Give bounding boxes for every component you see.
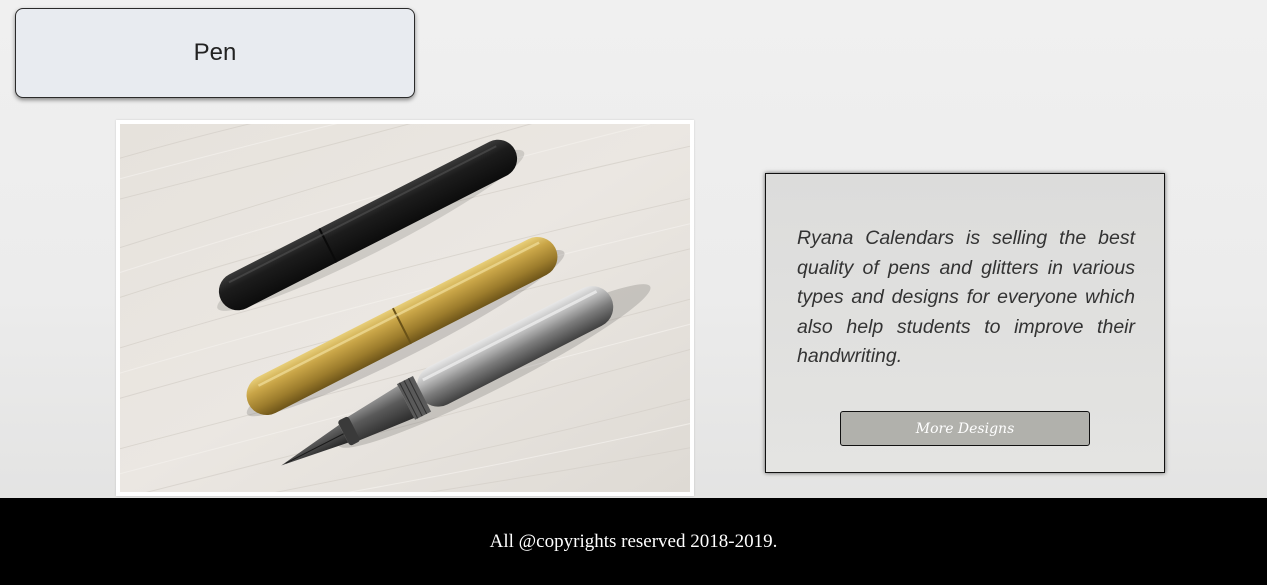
product-image-frame [116, 120, 694, 496]
footer: All @copyrights reserved 2018-2019. [0, 498, 1267, 585]
page-title-box: Pen [15, 8, 415, 98]
info-card: Ryana Calendars is selling the best qual… [765, 173, 1165, 473]
more-designs-button[interactable]: More Designs [840, 411, 1090, 446]
product-image [120, 124, 690, 492]
product-description: Ryana Calendars is selling the best qual… [797, 227, 1135, 367]
copyright-text: All @copyrights reserved 2018-2019. [489, 530, 778, 552]
page-title: Pen [193, 39, 237, 66]
